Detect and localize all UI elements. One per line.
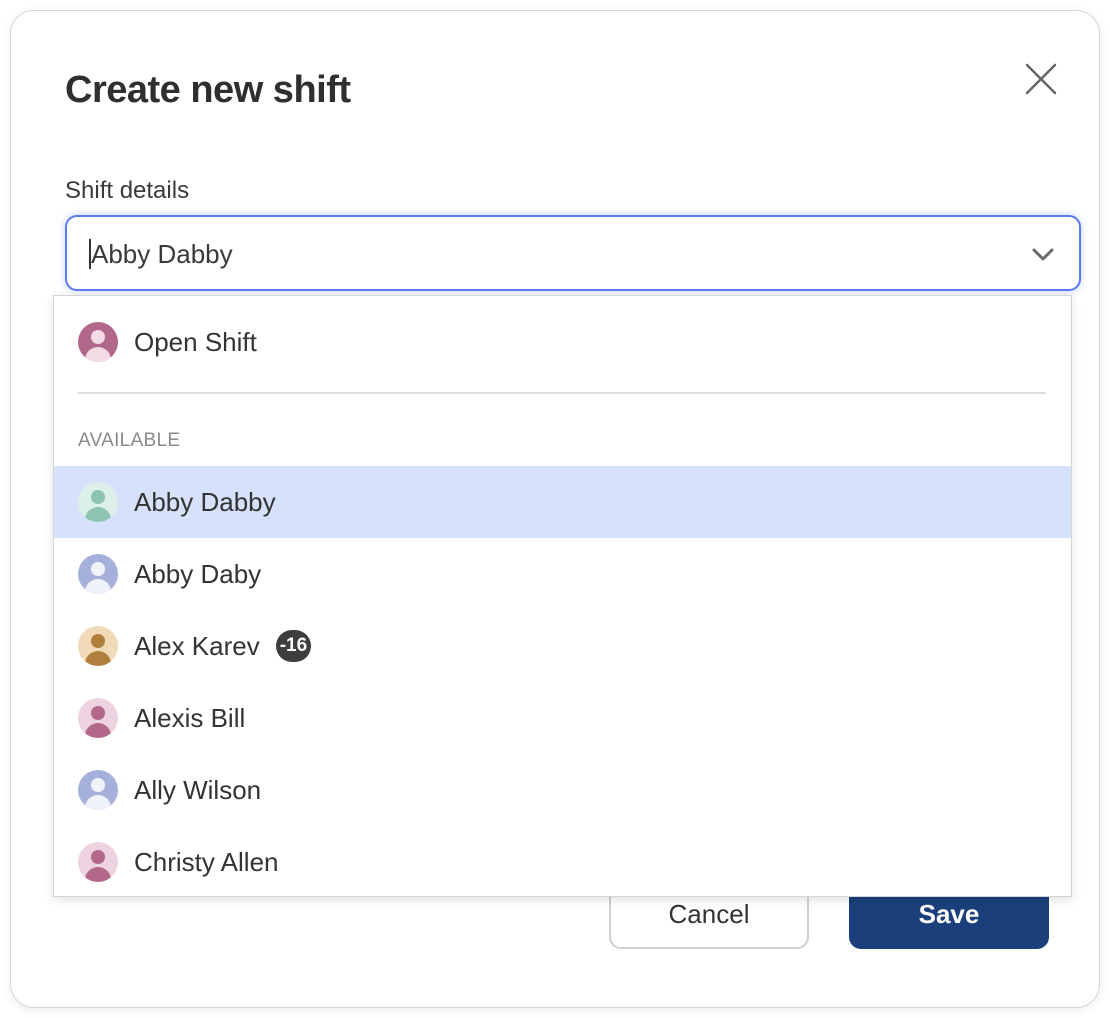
divider xyxy=(78,392,1046,394)
group-label-available: AVAILABLE xyxy=(78,430,181,451)
option-open-shift[interactable]: Open Shift xyxy=(54,306,1071,378)
section-label: Shift details xyxy=(65,177,190,204)
hours-badge: -16 xyxy=(275,630,312,662)
option-label: Open Shift xyxy=(134,326,257,357)
option-label: Ally Wilson xyxy=(134,774,262,805)
option-label: Abby Dabby xyxy=(134,486,276,517)
option-item[interactable]: Alexis Bill xyxy=(54,682,1071,754)
chevron-down-icon[interactable] xyxy=(1029,241,1057,269)
person-icon xyxy=(78,482,118,522)
person-icon xyxy=(78,698,118,738)
option-item[interactable]: Alex Karev -16 xyxy=(54,610,1071,682)
option-item[interactable]: Christy Allen xyxy=(54,826,1071,896)
option-item[interactable]: Abby Daby xyxy=(54,538,1071,610)
option-label: Alex Karev xyxy=(134,630,260,661)
close-icon xyxy=(1025,63,1057,95)
person-icon xyxy=(78,322,118,362)
employee-select[interactable]: Abby Dabby xyxy=(65,215,1081,291)
person-icon xyxy=(78,626,118,666)
person-icon xyxy=(78,770,118,810)
close-button[interactable] xyxy=(1021,59,1061,99)
option-label: Alexis Bill xyxy=(134,702,246,733)
option-item[interactable]: Abby Dabby xyxy=(54,466,1071,538)
employee-dropdown-list: Open Shift AVAILABLE Abby Dabby Abby Daby… xyxy=(53,295,1072,897)
modal-title: Create new shift xyxy=(65,69,351,111)
option-label: Christy Allen xyxy=(134,846,279,877)
option-label: Abby Daby xyxy=(134,558,262,589)
option-item[interactable]: Ally Wilson xyxy=(54,754,1071,826)
person-icon xyxy=(78,554,118,594)
select-value[interactable]: Abby Dabby xyxy=(89,239,233,269)
person-icon xyxy=(78,842,118,882)
